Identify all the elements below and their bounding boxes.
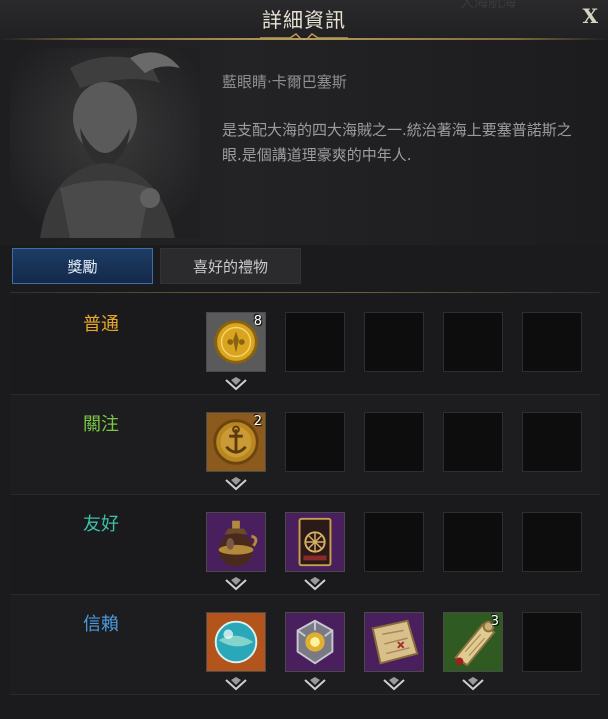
empty-item-slot [285, 312, 345, 372]
reward-row-attention: 關注 2 [10, 395, 600, 495]
rank-chevron-icon [383, 677, 405, 691]
empty-item-slot [364, 312, 424, 372]
tier-label: 關注 [83, 414, 119, 435]
reward-row-trust: 信賴 3 [10, 595, 600, 695]
empty-item-slot [522, 412, 582, 472]
empty-item-slot [443, 412, 503, 472]
rank-chevron-icon [225, 477, 247, 491]
item-count: 2 [253, 414, 262, 429]
empty-item-slot [522, 512, 582, 572]
tier-label: 普通 [83, 314, 119, 335]
treasure-map-icon [371, 619, 419, 665]
tab-favorite-gifts[interactable]: 喜好的禮物 [160, 248, 301, 284]
rank-chevron-icon [225, 577, 247, 591]
reward-item-slot[interactable] [285, 512, 345, 572]
tab-rewards[interactable]: 獎勵 [12, 248, 153, 284]
reward-item-slot[interactable] [206, 612, 266, 672]
empty-item-slot [443, 312, 503, 372]
empty-item-slot [443, 512, 503, 572]
rank-chevron-icon [304, 677, 326, 691]
reward-item-slot[interactable] [206, 512, 266, 572]
npc-description: 是支配大海的四大海賊之一.統治著海上要塞普諾斯之眼.是個講道理豪爽的中年人. [222, 121, 572, 164]
empty-item-slot [364, 512, 424, 572]
rank-chevron-icon [225, 677, 247, 691]
tier-label: 友好 [83, 514, 119, 535]
empty-item-slot [522, 312, 582, 372]
empty-item-slot [522, 612, 582, 672]
npc-portrait-icon [10, 48, 200, 238]
potion-flask-icon [218, 520, 258, 567]
window-title: 詳細資訊 [262, 8, 346, 32]
orb-icon [214, 620, 258, 664]
reward-row-normal: 普通 8 [10, 295, 600, 395]
reward-rows: 普通 8 關注 2 友好 信賴 3 [10, 295, 600, 695]
item-count: 8 [253, 314, 262, 329]
close-button[interactable]: X [582, 4, 598, 28]
rank-chevron-icon [462, 677, 484, 691]
tab-divider [10, 292, 600, 293]
gem-crest-icon [296, 619, 334, 665]
reward-item-slot[interactable]: 3 [443, 612, 503, 672]
card-icon [298, 517, 332, 567]
rank-chevron-icon [304, 577, 326, 591]
tier-label: 信賴 [83, 614, 119, 635]
reward-item-slot[interactable] [285, 612, 345, 672]
npc-name: 藍眼睛·卡爾巴塞斯 [222, 73, 347, 91]
reward-row-friendly: 友好 [10, 495, 600, 595]
item-count: 3 [490, 614, 499, 629]
empty-item-slot [285, 412, 345, 472]
empty-item-slot [364, 412, 424, 472]
reward-item-slot[interactable] [364, 612, 424, 672]
reward-item-slot[interactable]: 8 [206, 312, 266, 372]
rank-chevron-icon [225, 377, 247, 391]
reward-item-slot[interactable]: 2 [206, 412, 266, 472]
